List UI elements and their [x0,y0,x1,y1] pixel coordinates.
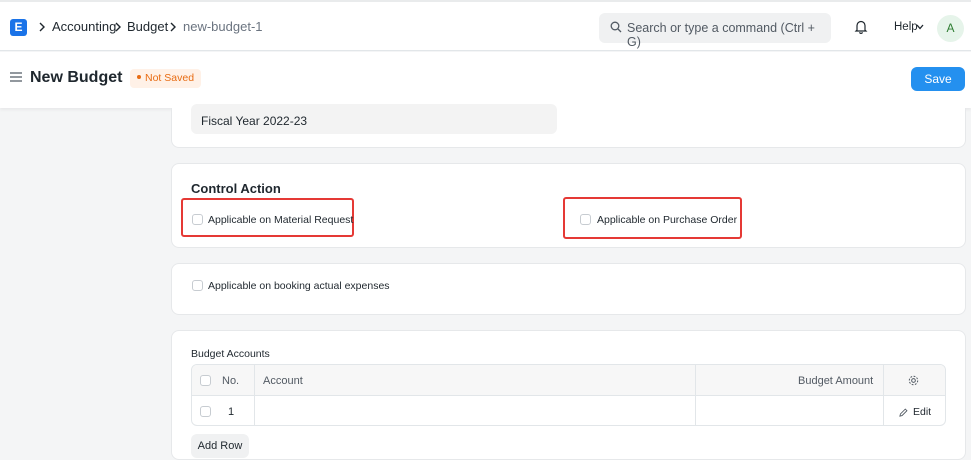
purchase-order-label: Applicable on Purchase Order [597,214,738,226]
booking-section: Applicable on booking actual expenses [171,263,966,315]
booking-expenses-label: Applicable on booking actual expenses [208,280,390,292]
navbar: E Accounting Budget new-budget-1 Search … [0,0,971,51]
save-button[interactable]: Save [911,67,965,91]
search-placeholder: Search or type a command (Ctrl + G) [627,21,815,49]
row-edit-button[interactable]: Edit [913,406,931,418]
material-request-label: Applicable on Material Request [208,214,354,226]
notification-bell-icon[interactable] [854,19,868,34]
column-header-no: No. [222,375,240,387]
breadcrumb-current: new-budget-1 [183,19,263,34]
row-number: 1 [228,406,235,418]
budget-accounts-section: Budget Accounts No. Account Budget Amoun… [171,330,966,460]
purchase-order-checkbox[interactable] [580,214,591,225]
pencil-icon [899,408,908,417]
booking-expenses-checkbox[interactable] [192,280,203,291]
status-text: Not Saved [145,72,195,84]
material-request-checkbox[interactable] [192,214,203,225]
breadcrumb-accounting[interactable]: Accounting [52,19,116,34]
budget-accounts-title: Budget Accounts [191,348,270,360]
column-header-budget-amount: Budget Amount [798,375,874,387]
budget-accounts-table: No. Account Budget Amount 1 Edit [191,364,946,426]
details-section: Fiscal Year 2022-23 [171,104,966,148]
help-menu[interactable]: Help [894,21,918,33]
sidebar-toggle-icon[interactable] [10,72,22,82]
app-logo[interactable]: E [10,19,27,36]
fiscal-year-field[interactable]: Fiscal Year 2022-23 [191,104,557,134]
control-action-section: Control Action Applicable on Material Re… [171,163,966,248]
breadcrumb-budget[interactable]: Budget [127,19,168,34]
select-all-checkbox[interactable] [200,375,211,386]
page-title: New Budget [30,69,123,86]
chevron-right-icon [170,22,176,32]
status-dot [137,75,141,80]
add-row-button[interactable]: Add Row [191,434,249,458]
chevron-right-icon [39,22,45,32]
status-badge: Not Saved [130,69,202,88]
search-bar[interactable]: Search or type a command (Ctrl + G) [599,13,831,49]
settings-gear-icon[interactable] [908,375,919,386]
column-header-account: Account [263,375,303,387]
chevron-right-icon [115,22,121,32]
search-icon [610,21,622,33]
chevron-down-icon[interactable] [916,24,924,30]
fiscal-year-value: Fiscal Year 2022-23 [201,114,308,128]
section-title: Control Action [191,181,281,196]
row-checkbox[interactable] [200,406,211,417]
page-header: New Budget Not Saved Save [0,52,971,108]
user-avatar[interactable]: A [937,15,964,42]
table-row[interactable]: 1 Edit [192,396,945,425]
